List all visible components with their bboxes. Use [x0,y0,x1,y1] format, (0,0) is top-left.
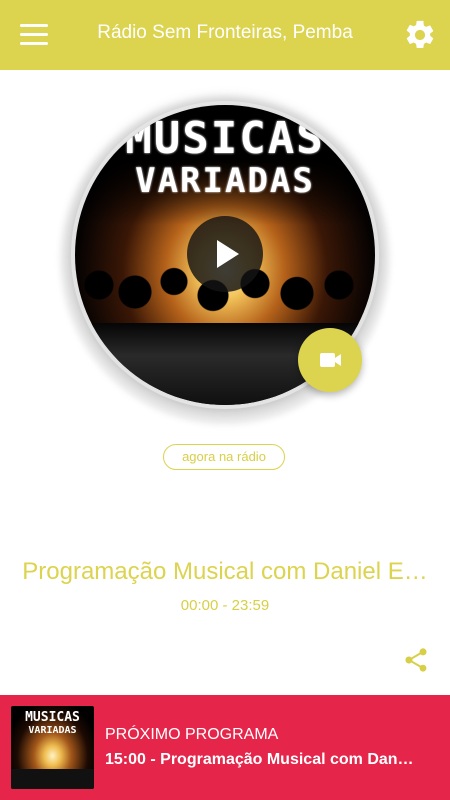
play-button[interactable] [187,216,263,292]
video-button[interactable] [298,328,362,392]
thumb-word-1: MUSICAS [25,710,80,725]
next-program-title: 15:00 - Programação Musical com Dan… [105,751,414,768]
cover-word-2: VARIADAS [135,161,315,201]
play-icon [217,240,239,268]
player-stage: MUSICAS VARIADAS [0,70,450,430]
thumb-floor [11,769,94,789]
thumb-word-2: VARIADAS [28,725,77,736]
current-program-time: 00:00 - 23:59 [180,597,270,614]
station-title: Rádio Sem Fronteiras, Pemba [97,22,353,43]
top-app-bar: Rádio Sem Fronteiras, Pemba [0,0,450,70]
current-program-title: Programação Musical com Daniel E… [22,558,428,585]
next-program-thumbnail: MUSICAS VARIADAS [11,706,94,789]
gear-icon[interactable] [403,18,437,52]
share-icon[interactable] [402,646,430,674]
video-camera-icon [320,353,341,367]
cover-word-1: MUSICAS [125,113,325,164]
next-program-label: PRÓXIMO PROGRAMA [105,726,279,743]
next-program-bar[interactable]: MUSICAS VARIADAS [0,695,450,800]
now-on-air-badge: agora na rádio [163,444,285,470]
